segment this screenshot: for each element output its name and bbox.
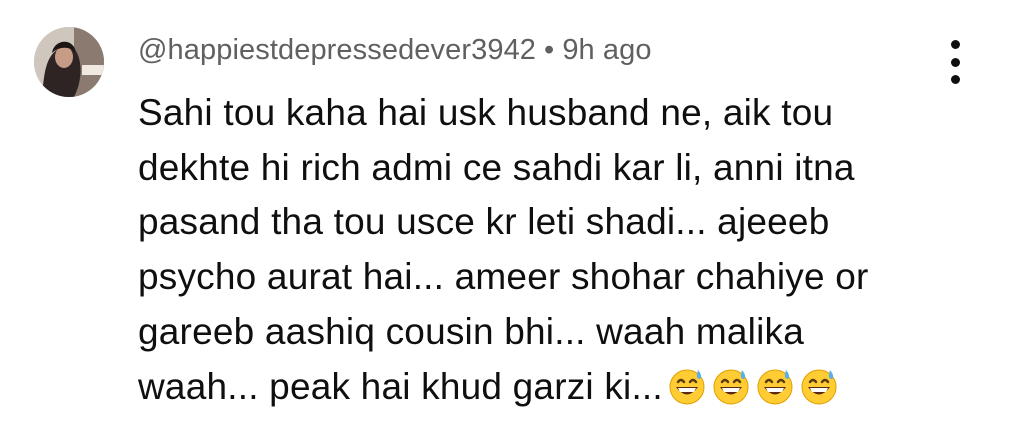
- comment-meta: @happiestdepressedever3942 • 9h ago: [138, 34, 652, 67]
- comment-author[interactable]: @happiestdepressedever3942: [138, 34, 536, 66]
- more-dot: [950, 75, 960, 84]
- grinning-sweat-emoji: [799, 366, 839, 406]
- comment-last-line: waah... peak hai khud garzi ki...: [138, 360, 938, 415]
- comment-line: dekhte hi rich admi ce sahdi kar li, ann…: [138, 146, 855, 188]
- comment-line: waah... peak hai khud garzi ki...: [138, 365, 663, 407]
- comment-item: @happiestdepressedever3942 • 9h ago Sahi t…: [0, 0, 1024, 436]
- comment-line: gareeb aashiq cousin bhi... waah malika: [138, 310, 804, 352]
- comment-line: psycho aurat hai... ameer shohar chahiye…: [138, 256, 869, 298]
- comment-line: Sahi tou kaha hai usk husband ne, aik to…: [138, 92, 834, 133]
- grinning-sweat-emoji: [711, 366, 751, 406]
- comment-time[interactable]: 9h ago: [562, 34, 651, 66]
- more-dot: [950, 57, 960, 67]
- grinning-sweat-emoji: [755, 366, 795, 406]
- more-dot: [950, 40, 960, 49]
- meta-separator: •: [544, 34, 555, 66]
- comment-line: pasand tha tou usce kr leti shadi... aje…: [138, 201, 830, 243]
- avatar[interactable]: [34, 27, 104, 97]
- comment-text: Sahi tou kaha hai usk husband ne, aik to…: [138, 86, 938, 414]
- user-avatar-image: [34, 27, 104, 97]
- more-vertical-icon[interactable]: [940, 40, 970, 84]
- grinning-sweat-emoji: [667, 366, 707, 406]
